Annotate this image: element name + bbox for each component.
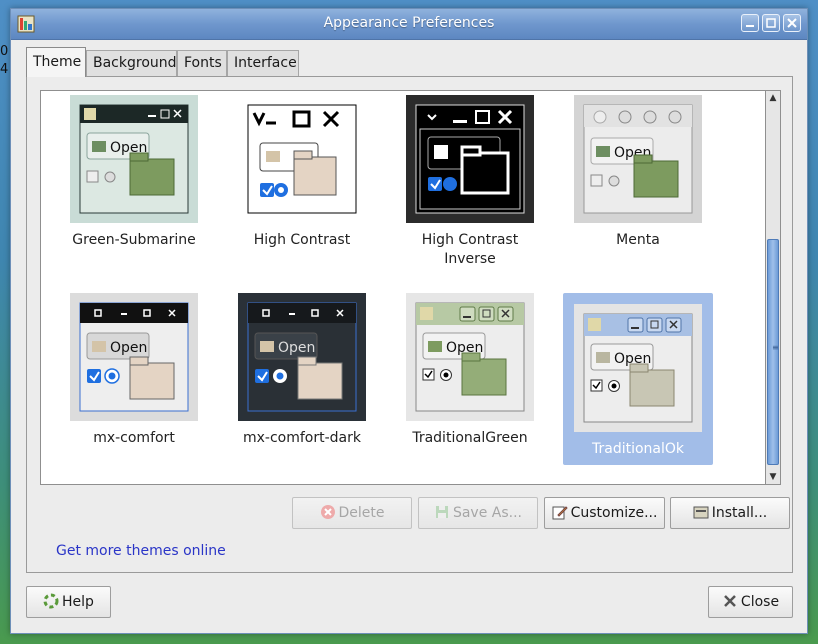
grip-icon: ≡ bbox=[772, 343, 779, 352]
theme-name: TraditionalGreen bbox=[412, 430, 528, 446]
theme-list-scrollbar[interactable]: ▲ ≡ ▼ bbox=[766, 90, 781, 485]
theme-name: mx-comfort-dark bbox=[243, 430, 361, 446]
close-icon bbox=[787, 18, 797, 28]
theme-name: Green-Submarine bbox=[72, 232, 196, 248]
theme-preview: Open bbox=[574, 95, 702, 223]
save-as-button[interactable]: Save As... bbox=[418, 497, 538, 529]
theme-name: Menta bbox=[616, 232, 660, 248]
theme-item-high-contrast-inverse[interactable]: High Contrast Inverse bbox=[395, 95, 545, 275]
theme-preview bbox=[406, 95, 534, 223]
delete-label: Delete bbox=[338, 505, 385, 521]
theme-preview: Open bbox=[574, 304, 702, 432]
customize-button[interactable]: Customize... bbox=[544, 497, 665, 529]
close-label: Close bbox=[740, 594, 780, 610]
theme-preview bbox=[238, 95, 366, 223]
theme-preview: Open bbox=[70, 293, 198, 421]
help-label: Help bbox=[62, 594, 94, 610]
theme-preview: Open bbox=[70, 95, 198, 223]
theme-item-menta[interactable]: Open Menta bbox=[563, 95, 713, 275]
maximize-button[interactable] bbox=[762, 14, 780, 32]
theme-icon-view[interactable]: Open Green-Submarine High Contrast High … bbox=[40, 90, 766, 485]
preview-open-text: Open bbox=[278, 340, 315, 356]
theme-tab-panel: Open Green-Submarine High Contrast High … bbox=[26, 76, 793, 573]
scroll-up-arrow-icon[interactable]: ▲ bbox=[766, 91, 780, 105]
scroll-down-arrow-icon[interactable]: ▼ bbox=[766, 470, 780, 484]
install-button[interactable]: Install... bbox=[670, 497, 790, 529]
window-title: Appearance Preferences bbox=[323, 15, 495, 31]
theme-item-traditional-ok[interactable]: Open TraditionalOk bbox=[563, 293, 713, 465]
tab-interface[interactable]: Interface bbox=[227, 50, 299, 76]
get-more-themes-link[interactable]: Get more themes online bbox=[56, 543, 226, 559]
scrollbar-thumb[interactable]: ≡ bbox=[767, 239, 779, 465]
theme-item-traditional-green[interactable]: Open TraditionalGreen bbox=[395, 293, 545, 463]
theme-preview: Open bbox=[406, 293, 534, 421]
desktop-text: 0 bbox=[0, 44, 9, 59]
tab-theme[interactable]: Theme bbox=[26, 47, 86, 77]
delete-icon bbox=[320, 505, 335, 519]
appearance-preferences-window: Appearance Preferences Theme Background … bbox=[10, 8, 808, 634]
help-icon bbox=[43, 593, 59, 609]
save-icon bbox=[435, 506, 448, 518]
help-button[interactable]: Help bbox=[26, 586, 111, 618]
install-icon bbox=[693, 506, 709, 519]
customize-label: Customize... bbox=[570, 505, 658, 521]
theme-item-green-submarine[interactable]: Open Green-Submarine bbox=[59, 95, 209, 275]
theme-item-mx-comfort[interactable]: Open mx-comfort bbox=[59, 293, 209, 463]
minimize-button[interactable] bbox=[741, 14, 759, 32]
theme-item-high-contrast[interactable]: High Contrast bbox=[227, 95, 377, 275]
edit-icon bbox=[552, 506, 568, 520]
close-button[interactable]: Close bbox=[708, 586, 793, 618]
theme-preview: Open bbox=[238, 293, 366, 421]
close-icon bbox=[724, 595, 736, 607]
preview-open-text: Open bbox=[110, 340, 147, 356]
close-window-button[interactable] bbox=[783, 14, 801, 32]
window-titlebar[interactable]: Appearance Preferences bbox=[11, 9, 807, 40]
delete-button[interactable]: Delete bbox=[292, 497, 412, 529]
save-as-label: Save As... bbox=[452, 505, 523, 521]
theme-name: High Contrast Inverse bbox=[421, 232, 519, 267]
install-label: Install... bbox=[711, 505, 768, 521]
maximize-icon bbox=[766, 18, 776, 28]
theme-name: TraditionalOk bbox=[591, 441, 685, 457]
theme-item-mx-comfort-dark[interactable]: Open mx-comfort-dark bbox=[227, 293, 377, 463]
theme-name: High Contrast bbox=[253, 232, 351, 248]
tab-fonts[interactable]: Fonts bbox=[177, 50, 227, 76]
tab-background[interactable]: Background bbox=[86, 50, 177, 76]
desktop-text: 4 bbox=[0, 62, 9, 77]
minimize-icon bbox=[746, 25, 754, 27]
theme-name: mx-comfort bbox=[93, 430, 175, 446]
